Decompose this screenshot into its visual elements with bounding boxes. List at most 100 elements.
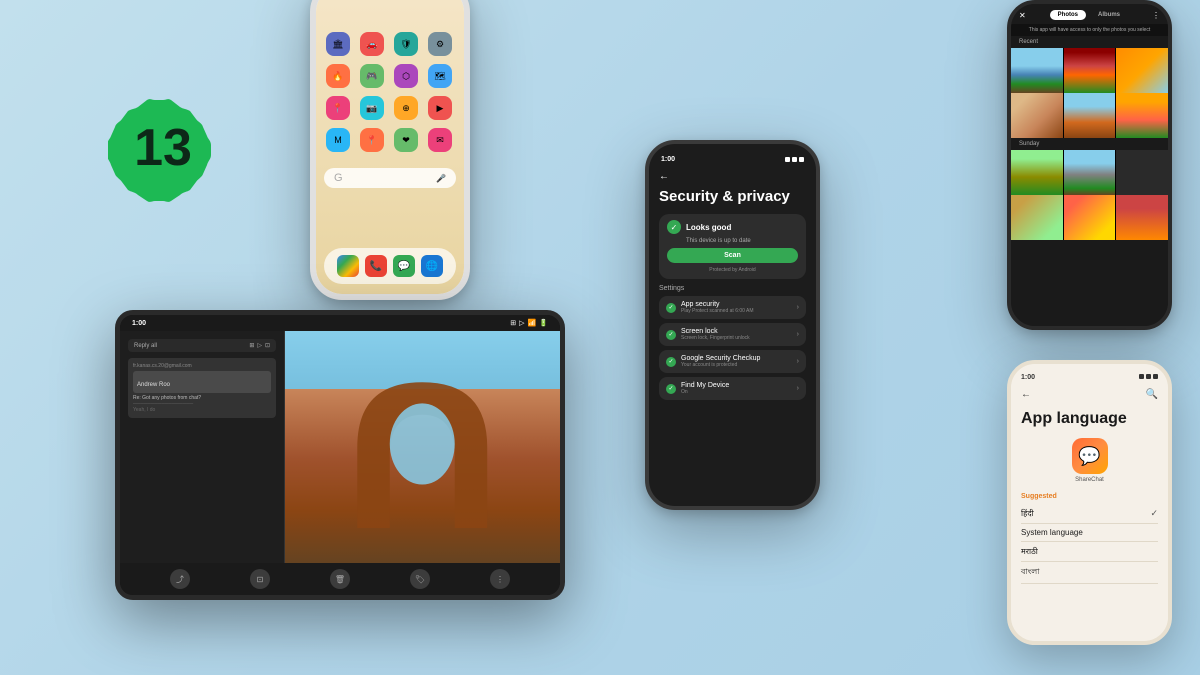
signal-icon [1139, 374, 1144, 379]
chevron-icon: › [797, 358, 799, 365]
more-icon[interactable]: ⋮ [490, 569, 510, 589]
item-title: Google Security Checkup [681, 355, 792, 362]
search-icon[interactable]: 🔍 [1146, 389, 1158, 400]
photo-cell[interactable] [1011, 93, 1063, 138]
hindi-language-item[interactable]: हिंदी ✓ [1021, 504, 1158, 524]
photo-cell[interactable] [1064, 195, 1116, 240]
item-check-icon: ✓ [666, 330, 676, 340]
sharechat-icon-container: 💬 ShareChat [1021, 438, 1158, 483]
trash-icon[interactable]: 🗑 [330, 569, 350, 589]
lang-status-icons [1139, 374, 1158, 381]
item-subtitle: Screen lock, Fingerprint unlock [681, 335, 792, 341]
find-my-device-item[interactable]: ✓ Find My Device On › [659, 377, 806, 400]
more-options-icon[interactable]: ⋮ [1152, 11, 1160, 20]
item-title: Screen lock [681, 328, 792, 335]
photo-cell[interactable] [1011, 195, 1063, 240]
item-check-icon: ✓ [666, 384, 676, 394]
tablet-time: 1:00 [132, 320, 146, 327]
app-icon: 📷 [360, 96, 384, 120]
photos-top-bar: ✕ Photos Albums ⋮ [1011, 4, 1168, 24]
app-icon: 🛡 [394, 32, 418, 56]
share-icon[interactable]: ⤴ [170, 569, 190, 589]
app-icon: ✉ [428, 128, 452, 152]
marathi-lang-name: मराठी [1021, 546, 1038, 557]
wifi-icon [1146, 374, 1151, 379]
up-to-date-text: This device is up to date [686, 238, 798, 244]
item-content: Screen lock Screen lock, Fingerprint unl… [681, 328, 792, 341]
item-content: Google Security Checkup Your account is … [681, 355, 792, 368]
item-subtitle: On [681, 389, 792, 395]
google-icon [337, 255, 359, 277]
language-screen: 1:00 ← 🔍 App language 💬 ShareChat Sugges… [1011, 364, 1168, 641]
albums-tab[interactable]: Albums [1090, 10, 1128, 20]
photo-cell[interactable] [1116, 48, 1168, 93]
app-security-item[interactable]: ✓ App security Play Protect scanned at 6… [659, 296, 806, 319]
sharechat-label: ShareChat [1075, 477, 1104, 483]
sunday-section-label: Sunday [1011, 138, 1168, 150]
app-icon: ⬡ [394, 64, 418, 88]
photos-grid-sunday-2 [1011, 195, 1168, 240]
system-language-item[interactable]: System language [1021, 524, 1158, 542]
security-status-bar: 1:00 [659, 156, 806, 163]
close-icon[interactable]: ✕ [1019, 11, 1026, 20]
app-icon: ❤ [394, 128, 418, 152]
photos-grid-recent-2 [1011, 93, 1168, 138]
item-subtitle: Your account is protected [681, 362, 792, 368]
item-subtitle: Play Protect scanned at 6:00 AM [681, 308, 792, 314]
tablet-device: 1:00 ⊞ ▷ 📶 🔋 Reply all ⊞ ▷ ⊡ [115, 310, 565, 600]
android-13-badge: 13 [108, 95, 218, 205]
status-time: 1:00 [661, 156, 675, 163]
status-icons [785, 157, 804, 162]
scan-button[interactable]: Scan [667, 248, 798, 263]
check-circle-icon: ✓ [667, 220, 681, 234]
photo-cell[interactable] [1116, 195, 1168, 240]
photo-cell[interactable] [1064, 93, 1116, 138]
back-button[interactable]: ← [1021, 389, 1031, 400]
google-checkup-item[interactable]: ✓ Google Security Checkup Your account i… [659, 350, 806, 373]
item-check-icon: ✓ [666, 303, 676, 313]
photos-tab[interactable]: Photos [1050, 10, 1086, 20]
app-icon: 🏛 [326, 32, 350, 56]
reply-all-label: Reply all [134, 343, 157, 349]
selected-check-icon: ✓ [1150, 508, 1158, 519]
screen-lock-item[interactable]: ✓ Screen lock Screen lock, Fingerprint u… [659, 323, 806, 346]
back-button[interactable]: ← [659, 171, 806, 182]
security-title: Security & privacy [659, 188, 806, 206]
tablet-screen: 1:00 ⊞ ▷ 📶 🔋 Reply all ⊞ ▷ ⊡ [120, 315, 560, 595]
lang-nav: ← 🔍 [1021, 389, 1158, 400]
app-icon: 🗺 [428, 64, 452, 88]
security-screen: 1:00 ← Security & privacy ✓ Looks good T… [649, 144, 816, 506]
protected-text: Protected by Android [667, 267, 798, 273]
chrome-icon: 🌐 [421, 255, 443, 277]
phone-icon: 📞 [365, 255, 387, 277]
lang-status-bar: 1:00 [1021, 374, 1158, 381]
photo-cell[interactable] [1064, 150, 1116, 195]
photos-screen: ✕ Photos Albums ⋮ This app will have acc… [1011, 4, 1168, 326]
pixel-phone-home: 12:00 📶 🔋 🏛 🚗 🛡 ⚙ 🔥 🎮 ⬡ 🗺 📍 📷 ⊕ ▶ M [310, 0, 470, 300]
svg-text:13: 13 [134, 119, 192, 177]
tablet-status-bar: 1:00 ⊞ ▷ 📶 🔋 [120, 315, 560, 331]
system-lang-name: System language [1021, 528, 1083, 537]
recent-section-label: Recent [1011, 36, 1168, 48]
email-preview: Yeah, I do [133, 407, 271, 413]
marathi-language-item[interactable]: मराठी [1021, 542, 1158, 562]
photo-cell[interactable] [1011, 48, 1063, 93]
tablet-status-icons: ⊞ ▷ 📶 🔋 [510, 319, 548, 327]
photo-cell[interactable] [1116, 93, 1168, 138]
app-icon: 🎮 [360, 64, 384, 88]
photo-cell[interactable] [1116, 150, 1168, 195]
looks-good-header: ✓ Looks good [667, 220, 798, 234]
photo-cell[interactable] [1064, 48, 1116, 93]
bengali-language-item[interactable]: বাংলা [1021, 562, 1158, 584]
chevron-icon: › [797, 385, 799, 392]
photo-cell[interactable] [1011, 150, 1063, 195]
email-panel: Reply all ⊞ ▷ ⊡ fr.kanas.cs.20@gmail.com… [120, 331, 285, 563]
item-content: App security Play Protect scanned at 6:0… [681, 301, 792, 314]
photos-grid-recent [1011, 48, 1168, 93]
archive-icon[interactable]: ⊡ [250, 569, 270, 589]
suggested-label: Suggested [1021, 493, 1158, 500]
label-icon[interactable]: 🏷 [410, 569, 430, 589]
dock-bar: 📞 💬 🌐 [324, 248, 456, 284]
chevron-icon: › [797, 331, 799, 338]
tablet-bottom-bar: ⤴ ⊡ 🗑 🏷 ⋮ [120, 563, 560, 595]
